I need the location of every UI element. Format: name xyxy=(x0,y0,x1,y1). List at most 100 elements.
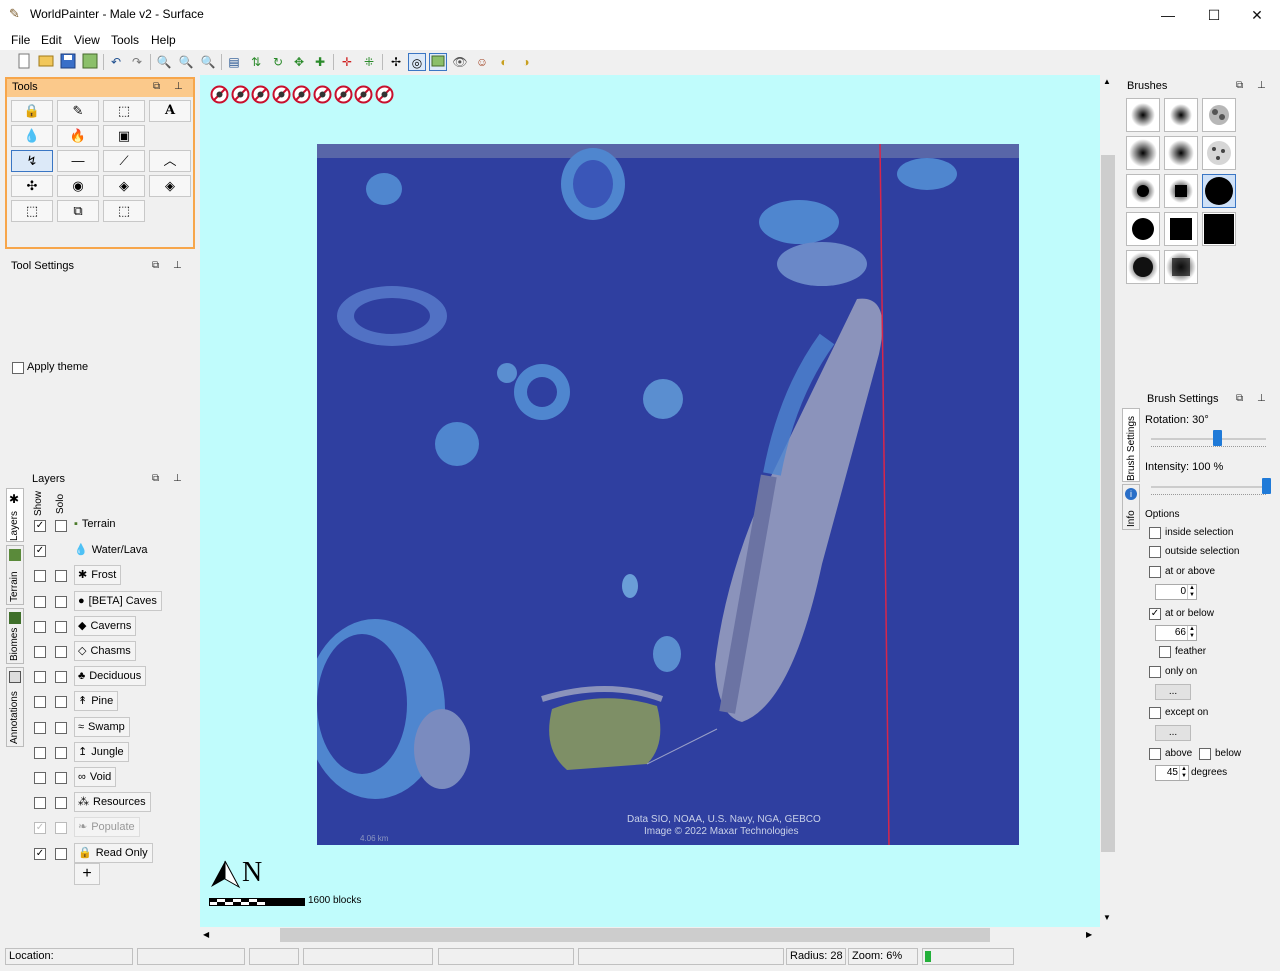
move-icon[interactable]: ✢ xyxy=(387,53,405,71)
layer-solo-checkbox[interactable] xyxy=(55,646,67,658)
globe-settings-icon[interactable]: ◑ xyxy=(517,53,535,71)
layer-show-checkbox[interactable] xyxy=(34,595,46,608)
clear-selection-tool[interactable]: ⬚ xyxy=(103,200,145,222)
degrees-spinner[interactable]: 45 ▲ ▼ xyxy=(1155,765,1189,781)
layer-show-checkbox[interactable] xyxy=(34,671,46,684)
layer-solo-checkbox[interactable] xyxy=(55,595,67,608)
smooth-tool[interactable]: ⟋ xyxy=(103,150,145,172)
crosshair-icon[interactable]: ✛ xyxy=(338,53,356,71)
save-icon[interactable] xyxy=(59,53,77,71)
brush-noise-small[interactable] xyxy=(1202,98,1236,132)
raise-mountain-tool[interactable]: ︿ xyxy=(149,150,191,172)
horizontal-scroll-thumb[interactable] xyxy=(280,928,990,942)
layer-swamp-button[interactable]: ≈ Swamp xyxy=(74,716,130,737)
zoom-icon[interactable]: 🔍 xyxy=(155,53,173,71)
layer-frost-button[interactable]: ✱ Frost xyxy=(74,565,122,586)
tab-annotations[interactable]: Annotations xyxy=(6,667,24,747)
flood-lava-tool[interactable]: 🔥 xyxy=(57,125,99,147)
export-icon[interactable] xyxy=(81,53,99,71)
menu-help[interactable]: Help xyxy=(151,33,176,47)
layer-chasms-button[interactable]: ◇ Chasms xyxy=(74,641,136,661)
scroll-right-icon[interactable]: ▶ xyxy=(1086,930,1092,939)
globe-icon[interactable]: ◐ xyxy=(495,53,513,71)
layer-show-checkbox[interactable] xyxy=(34,620,46,633)
restore-icon[interactable]: ⧉ xyxy=(152,260,159,271)
selection-tool[interactable]: ⬚ xyxy=(11,200,53,222)
restore-icon[interactable]: ⧉ xyxy=(1236,393,1243,404)
copy-selection-tool[interactable]: ⧉ xyxy=(57,200,99,222)
pin-icon[interactable]: ⊥ xyxy=(173,260,182,271)
layer-solo-checkbox[interactable] xyxy=(55,772,67,784)
layer-solo-checkbox[interactable] xyxy=(55,570,67,583)
layer-show-checkbox[interactable]: ✓ xyxy=(34,545,46,558)
layer-solo-checkbox[interactable] xyxy=(55,847,67,860)
tab-biomes[interactable]: Biomes xyxy=(6,608,24,664)
layer-solo-checkbox[interactable] xyxy=(55,520,67,532)
layer-solo-checkbox[interactable] xyxy=(55,696,67,709)
tab-info[interactable]: i Info xyxy=(1122,484,1140,530)
redo-icon[interactable]: ↷ xyxy=(128,53,146,71)
at-or-below-spinner[interactable]: 66 ▲ ▼ xyxy=(1155,625,1197,641)
layer-pine-button[interactable]: ↟ Pine xyxy=(74,691,119,712)
inside-selection-checkbox[interactable] xyxy=(1149,527,1161,539)
scroll-down-icon[interactable]: ▼ xyxy=(1103,913,1111,922)
map-view[interactable]: Data SIO, NOAA, U.S. Navy, NGA, GEBCO Im… xyxy=(200,75,1100,927)
apply-theme-checkbox[interactable] xyxy=(12,362,24,374)
at-or-above-checkbox[interactable] xyxy=(1149,566,1161,578)
pyramid-tool[interactable]: ◉ xyxy=(57,175,99,197)
brush-hard-square-small[interactable] xyxy=(1164,212,1198,246)
spinner-arrows-icon[interactable]: ▲ ▼ xyxy=(1179,766,1188,780)
rotate-icon[interactable]: ↻ xyxy=(269,53,287,71)
brush-square-medium[interactable] xyxy=(1164,174,1198,208)
brush-circle-medium[interactable] xyxy=(1126,174,1160,208)
layer-read-only-button[interactable]: 🔒 Read Only xyxy=(74,842,153,863)
spinner-arrows-icon[interactable]: ▲ ▼ xyxy=(1187,626,1196,640)
except-on-select-button[interactable]: ... xyxy=(1155,725,1191,741)
brush-hard-circle-small[interactable] xyxy=(1126,212,1160,246)
layer-show-checkbox[interactable] xyxy=(34,797,46,810)
target-icon[interactable]: ◎ xyxy=(408,53,426,71)
tab-layers[interactable]: ✱ Layers xyxy=(6,488,24,542)
vertical-scrollbar[interactable]: ▲ ▼ xyxy=(1100,75,1116,927)
layer-solo-checkbox[interactable] xyxy=(55,746,67,759)
fill-tool[interactable]: ⬚ xyxy=(103,100,145,122)
brush-soft-square-medium[interactable] xyxy=(1164,136,1198,170)
at-or-below-checkbox[interactable]: ✓ xyxy=(1149,608,1161,620)
rotation-slider-thumb[interactable] xyxy=(1212,430,1222,446)
above-checkbox[interactable] xyxy=(1149,748,1161,760)
layer-solo-checkbox[interactable] xyxy=(55,620,67,633)
layer-solo-checkbox[interactable] xyxy=(55,721,67,734)
layer-show-checkbox[interactable]: ✓ xyxy=(34,847,46,860)
scroll-up-icon[interactable]: ▲ xyxy=(1103,77,1111,86)
grid-icon[interactable]: ⁜ xyxy=(360,53,378,71)
brush-soft-circle-small[interactable] xyxy=(1126,98,1160,132)
minimize-button[interactable]: — xyxy=(1145,0,1191,30)
flood-water-tool[interactable]: 💧 xyxy=(11,125,53,147)
layer-show-checkbox[interactable]: ✓ xyxy=(34,822,46,835)
pin-icon[interactable]: ⊥ xyxy=(174,81,183,92)
flatten-tool[interactable]: — xyxy=(57,150,99,172)
height-icon[interactable]: ⇅ xyxy=(247,53,265,71)
sponge-tool[interactable]: ✣ xyxy=(11,175,53,197)
restore-icon[interactable]: ⧉ xyxy=(153,81,160,92)
layer-resources-button[interactable]: ⁂ Resources xyxy=(74,792,151,813)
horizontal-scrollbar[interactable]: ◀ ▶ xyxy=(200,927,1100,943)
only-on-checkbox[interactable] xyxy=(1149,666,1161,678)
brush-hard-square[interactable] xyxy=(1202,212,1236,246)
global-operations-tool[interactable]: ▣ xyxy=(103,125,145,147)
dimension-icon[interactable]: ▤ xyxy=(225,53,243,71)
spray-paint-tool[interactable]: 🔒 xyxy=(11,100,53,122)
person-icon[interactable]: ☺ xyxy=(473,53,491,71)
eye-icon[interactable]: 👁 xyxy=(451,53,469,71)
pin-icon[interactable]: ⊥ xyxy=(1257,80,1266,91)
only-on-select-button[interactable]: ... xyxy=(1155,684,1191,700)
restore-icon[interactable]: ⧉ xyxy=(152,473,159,484)
undo-icon[interactable]: ↶ xyxy=(107,53,125,71)
rotation-slider-track[interactable] xyxy=(1151,438,1266,440)
layer-show-checkbox[interactable] xyxy=(34,646,46,658)
tab-brush-settings[interactable]: Brush Settings xyxy=(1122,408,1140,482)
shift-icon[interactable]: ✥ xyxy=(290,53,308,71)
outside-selection-checkbox[interactable] xyxy=(1149,546,1161,558)
layer-solo-checkbox[interactable] xyxy=(55,797,67,810)
intensity-slider-thumb[interactable] xyxy=(1262,478,1271,494)
